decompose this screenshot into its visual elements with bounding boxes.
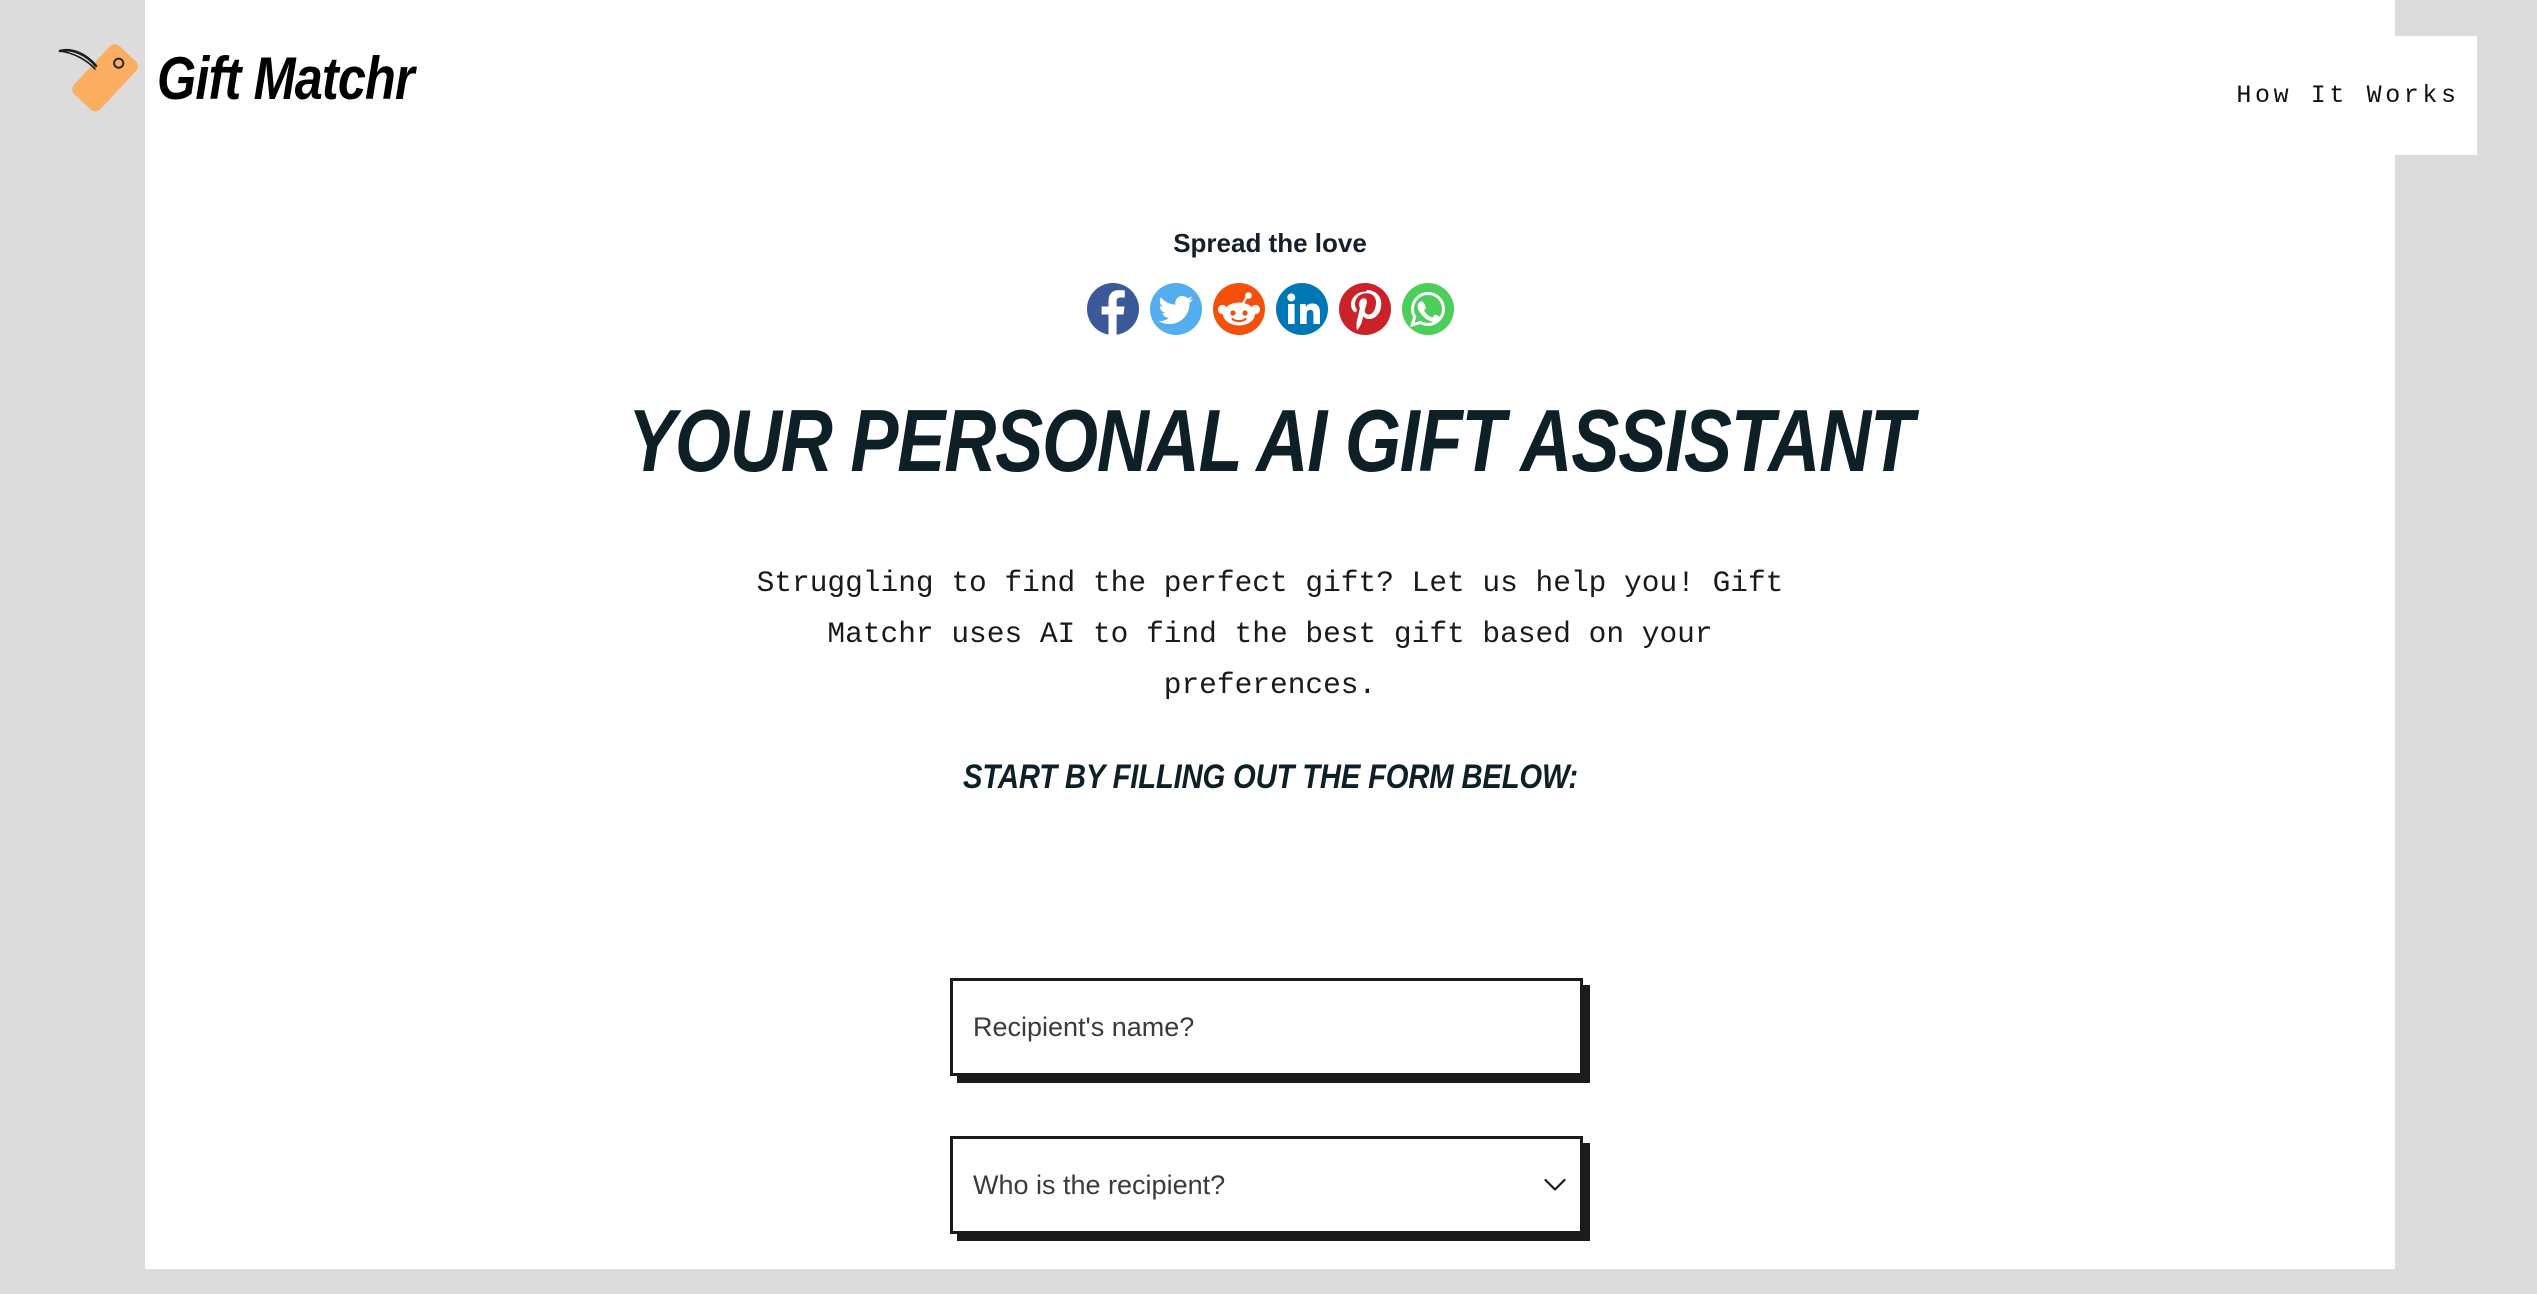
recipient-name-input[interactable]	[950, 978, 1583, 1076]
whatsapp-icon	[1409, 291, 1445, 328]
nav-item-how-it-works[interactable]: How It Works	[2236, 81, 2459, 110]
facebook-icon	[1101, 290, 1125, 335]
form-kicker-text: START BY FILLING OUT THE FORM BELOW:	[962, 758, 1578, 796]
recipient-name-field-wrap	[950, 978, 1590, 1083]
share-twitter-button[interactable]	[1149, 283, 1202, 335]
share-buttons-row	[145, 283, 2395, 335]
share-label: Spread the love	[1173, 228, 1367, 258]
share-facebook-button[interactable]	[1086, 283, 1139, 335]
recipient-relation-select[interactable]: Who is the recipient?	[950, 1136, 1583, 1234]
reddit-icon	[1217, 292, 1260, 326]
share-reddit-button[interactable]	[1212, 283, 1265, 335]
share-linkedin-button[interactable]	[1275, 283, 1328, 335]
pinterest-icon	[1350, 290, 1381, 331]
brand-wordmark: Gift Matchr	[157, 45, 415, 112]
brand-logo-link[interactable]: Gift Matchr	[55, 38, 463, 118]
twitter-icon	[1157, 295, 1193, 325]
price-tag-icon	[58, 44, 138, 112]
share-pinterest-button[interactable]	[1338, 283, 1391, 335]
hero-paragraph: Struggling to find the perfect gift? Let…	[756, 566, 1784, 702]
site-header: Gift Matchr How It Works	[0, 0, 2537, 160]
form-kicker: START BY FILLING OUT THE FORM BELOW:	[145, 758, 2395, 797]
page-title-text: YOUR PERSONAL AI GIFT ASSISTANT	[627, 391, 1914, 490]
linkedin-icon	[1286, 293, 1320, 324]
recipient-relation-field-wrap: Who is the recipient?	[950, 1136, 1590, 1241]
main-content: Spread the love YOUR PERSONAL AI GIFT AS…	[145, 0, 2395, 1269]
share-whatsapp-button[interactable]	[1401, 283, 1454, 335]
primary-nav: How It Works	[2219, 36, 2477, 155]
page-title: YOUR PERSONAL AI GIFT ASSISTANT	[145, 396, 2395, 486]
gift-form: Who is the recipient?	[950, 978, 1590, 1294]
